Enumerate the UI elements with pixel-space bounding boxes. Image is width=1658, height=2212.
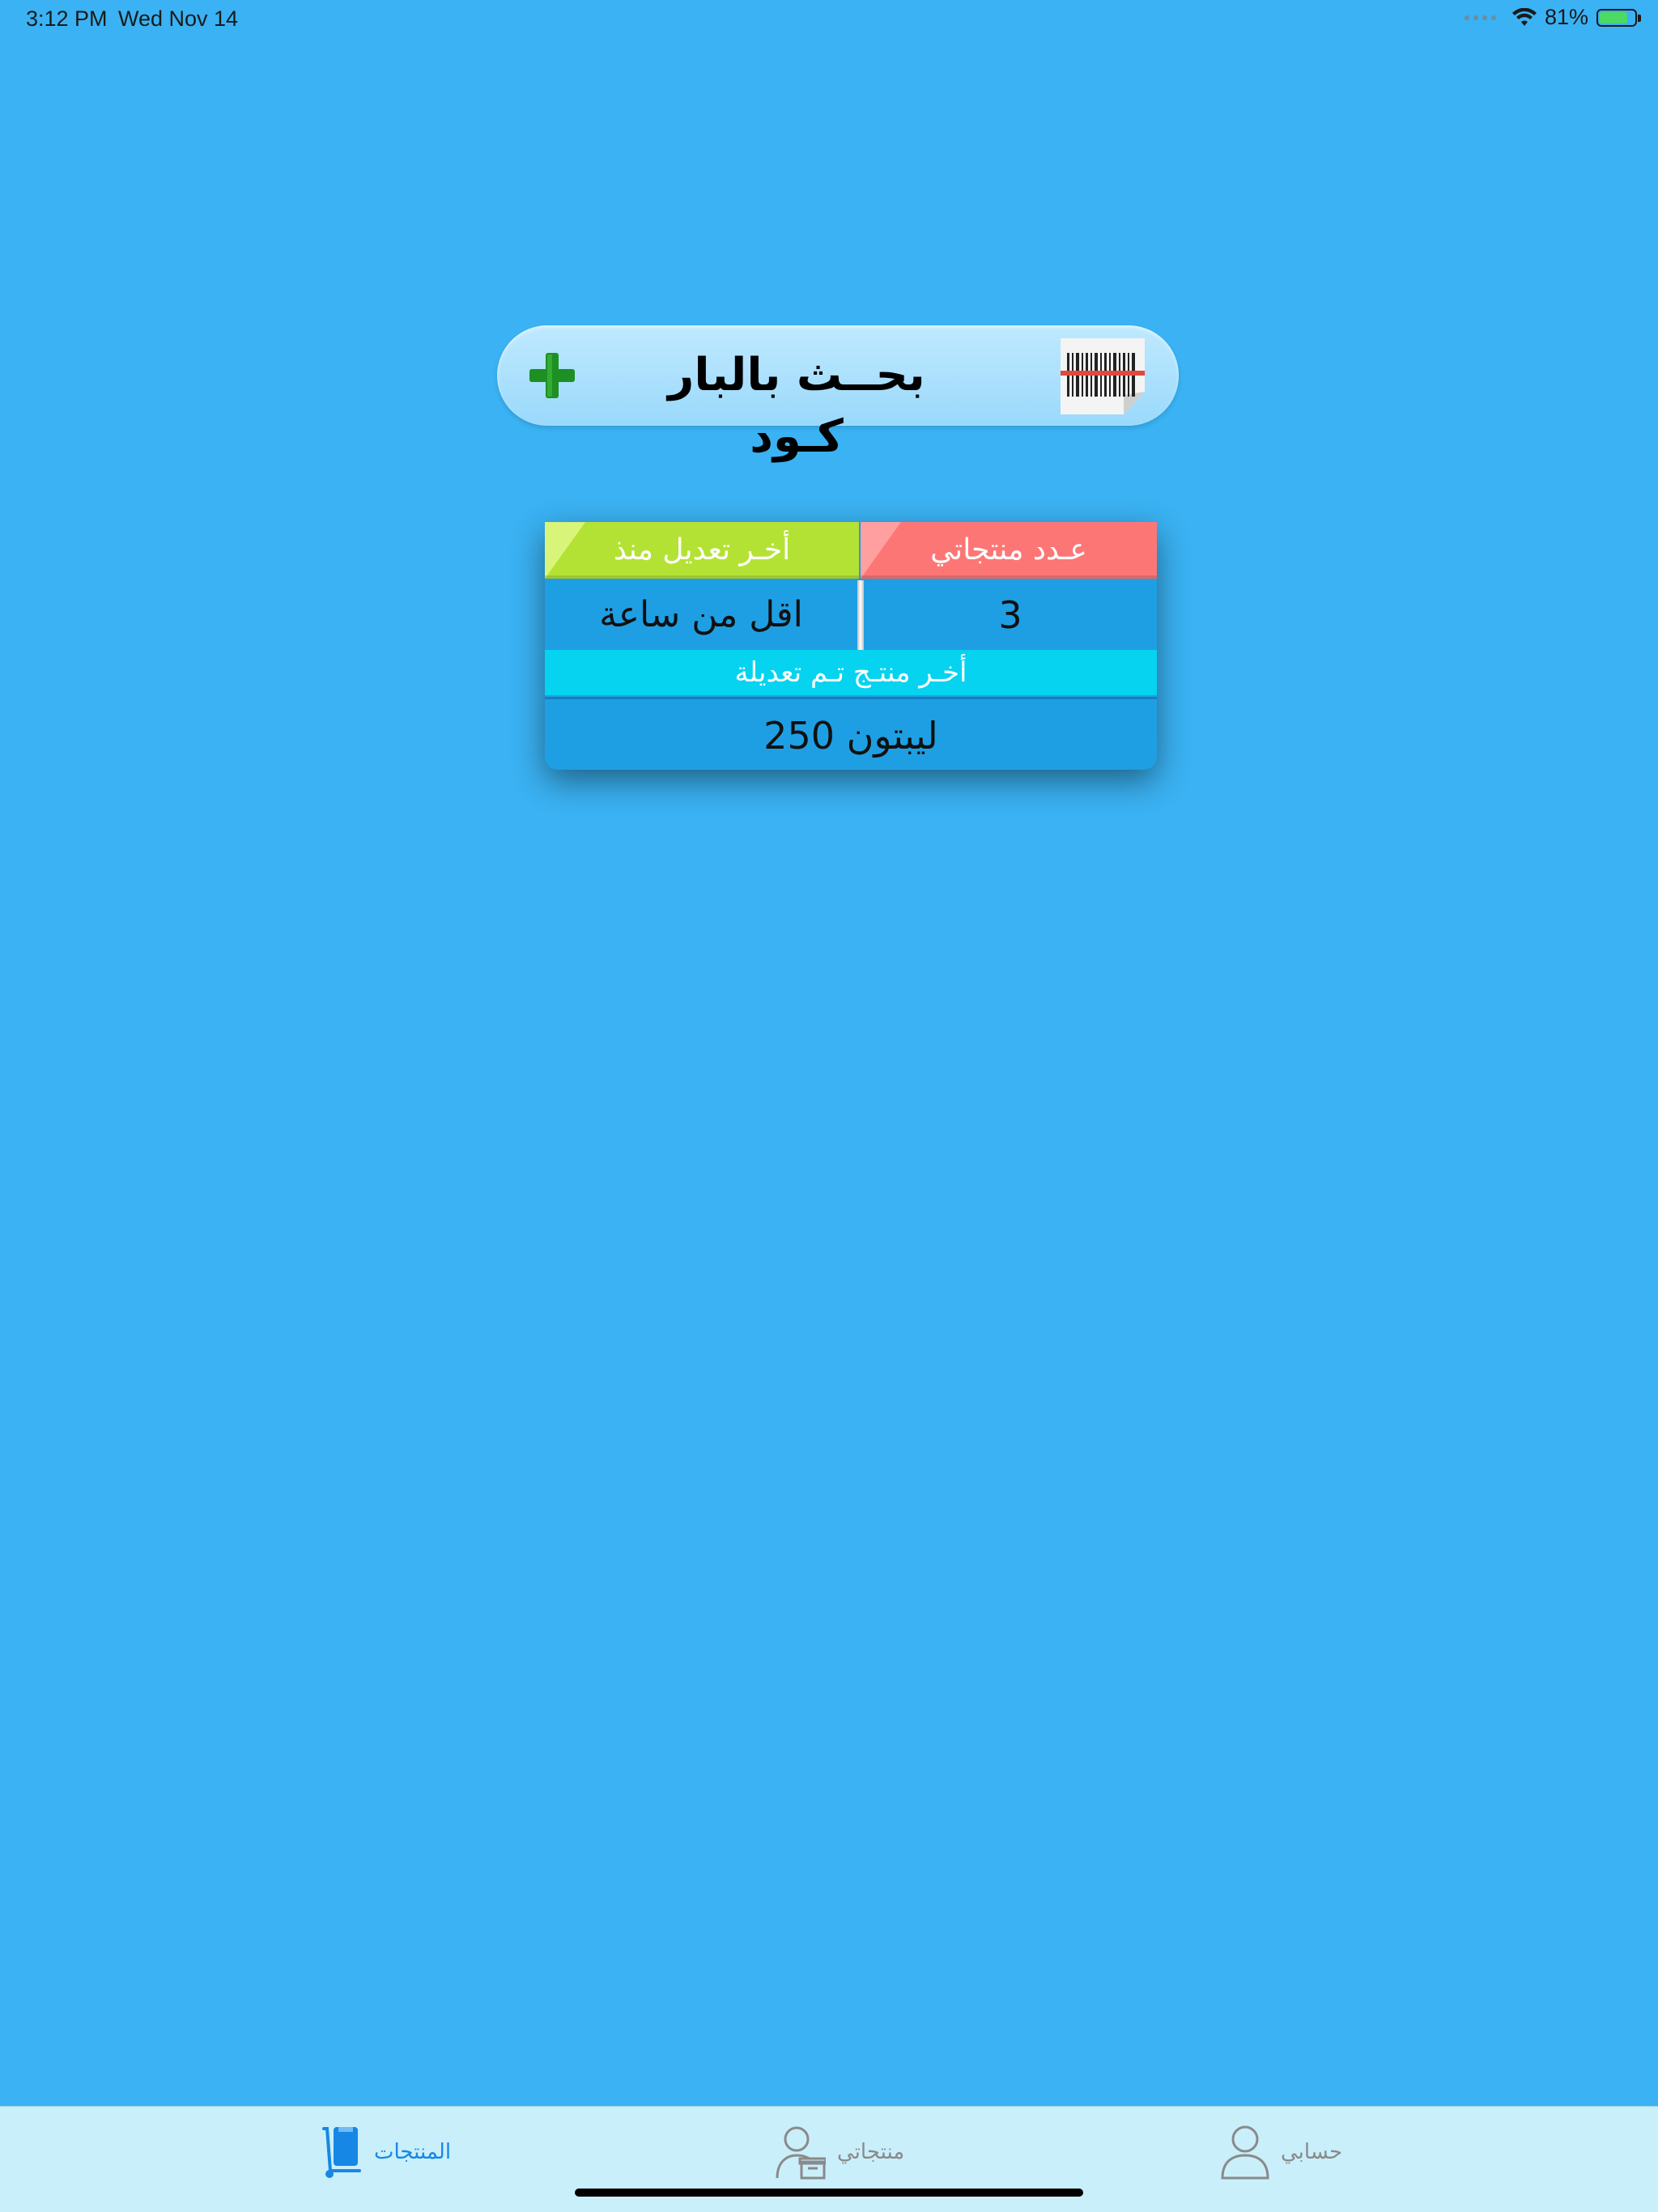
status-time: 3:12 PM [26, 6, 108, 31]
battery-percent: 81% [1544, 5, 1588, 29]
status-date: Wed Nov 14 [118, 6, 239, 31]
column-divider [857, 580, 864, 650]
tab-my-products[interactable]: منتجاتي [776, 2123, 904, 2181]
tab-products-label: المنتجات [374, 2140, 452, 2164]
barcode-search-button[interactable]: بحــث بالبار كـود [497, 325, 1179, 463]
tab-account[interactable]: حسابي [1221, 2123, 1342, 2181]
home-indicator[interactable] [575, 2189, 1083, 2197]
barcode-icon [1061, 338, 1145, 414]
tab-my-products-label: منتجاتي [837, 2140, 905, 2164]
tab-products[interactable]: المنتجات [321, 2123, 451, 2181]
last-product-header: أخـر منتـج تـم تعديلة [545, 650, 1157, 695]
count-header: عـدد منتجاتي [861, 522, 1157, 579]
count-header-label: عـدد منتجاتي [930, 533, 1087, 567]
user-icon [1221, 2125, 1269, 2180]
barcode-search-label: بحــث بالبار كـود [668, 349, 925, 463]
battery-charging-icon [1596, 8, 1641, 27]
user-box-icon [776, 2126, 826, 2180]
status-indicators: 81% [1464, 5, 1641, 30]
plus-icon[interactable] [526, 351, 578, 400]
last-edit-header-label: أخـر تعديل منذ [613, 533, 791, 567]
last-edit-value: اقل من ساعة [599, 594, 803, 635]
products-summary-card: أخـر تعديل منذ عـدد منتجاتي اقل من ساعة … [545, 522, 1157, 770]
last-product-value: ليبتون 250 [545, 697, 1157, 770]
count-value: 3 [998, 593, 1022, 637]
wifi-icon [1511, 7, 1537, 26]
last-edit-header: أخـر تعديل منذ [545, 522, 859, 579]
tab-account-label: حسابي [1281, 2140, 1343, 2164]
status-bar: 3:12 PM Wed Nov 14 81% [0, 0, 1658, 39]
cellular-dots-icon [1464, 15, 1496, 20]
cart-icon [322, 2127, 361, 2178]
